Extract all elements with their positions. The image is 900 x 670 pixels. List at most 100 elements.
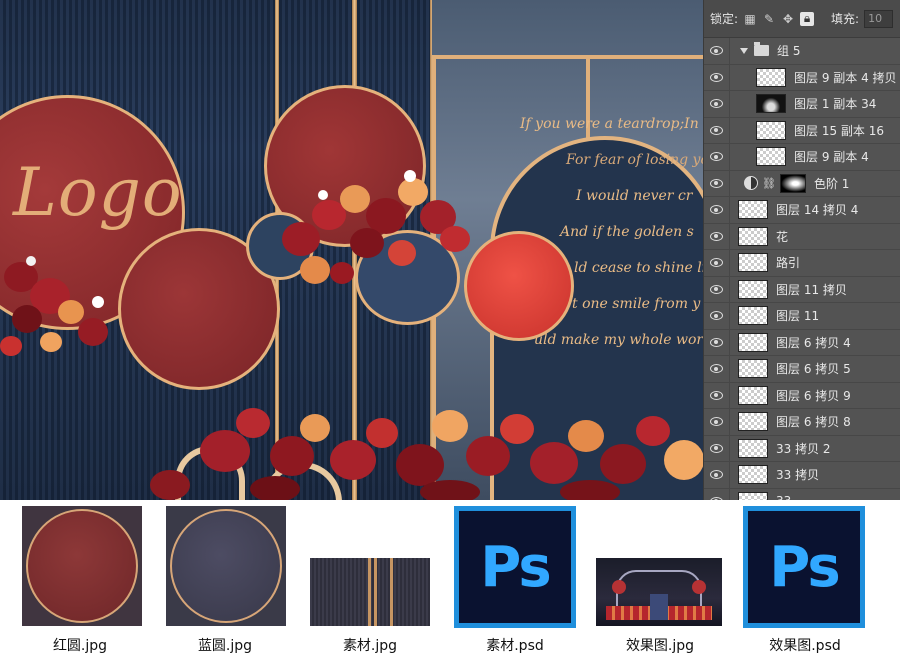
visibility-toggle[interactable] [704, 117, 730, 144]
visibility-toggle[interactable] [704, 461, 730, 488]
visibility-toggle[interactable] [704, 488, 730, 500]
layer-row[interactable]: 图层 15 副本 16 [704, 117, 900, 144]
visibility-toggle[interactable] [704, 435, 730, 462]
layer-thumbnail [738, 412, 768, 432]
layer-row[interactable]: 33 拷贝 [704, 461, 900, 489]
layer-name: 色阶 1 [813, 176, 850, 191]
brush-icon[interactable]: ✎ [762, 12, 776, 26]
layer-name: 图层 6 拷贝 4 [776, 335, 851, 350]
visibility-toggle[interactable] [704, 196, 730, 223]
layers-panel[interactable]: 锁定: ▦ ✎ ✥ 🔒︎ 填充: 10 组 5 图层 9 副本 4 拷贝图层 1 … [703, 0, 900, 500]
script-line: ld cease to shine li [574, 260, 703, 276]
layer-name: 图层 6 拷贝 8 [776, 415, 851, 430]
layer-row[interactable]: 图层 6 拷贝 4 [704, 329, 900, 356]
visibility-toggle[interactable] [704, 329, 730, 356]
eye-icon [710, 284, 723, 294]
visibility-toggle[interactable] [704, 249, 730, 276]
visibility-toggle[interactable] [704, 382, 730, 409]
file-name: 效果图.psd [769, 638, 841, 654]
visibility-toggle[interactable] [704, 408, 730, 435]
file-item[interactable]: 效果图.jpg [590, 500, 730, 670]
chain-link-icon[interactable]: ⛓ [762, 177, 776, 190]
layer-row[interactable]: 图层 14 拷贝 4 [704, 196, 900, 224]
layer-row[interactable]: 图层 6 拷贝 5 [704, 355, 900, 383]
layer-row[interactable]: 图层 6 拷贝 8 [704, 408, 900, 436]
visibility-toggle[interactable] [704, 64, 730, 91]
layer-row[interactable]: 路引 [704, 249, 900, 277]
file-name: 蓝圆.jpg [197, 638, 253, 654]
photoshop-file-icon: Ps [743, 506, 865, 628]
visibility-toggle[interactable] [704, 276, 730, 303]
file-item[interactable]: 蓝圆.jpg [155, 500, 295, 670]
layer-thumbnail [738, 226, 768, 246]
layer-mask-thumbnail[interactable] [779, 173, 806, 193]
layer-row[interactable]: 图层 6 拷贝 9 [704, 382, 900, 409]
move-icon[interactable]: ✥ [781, 12, 795, 26]
eye-icon [710, 72, 723, 82]
layer-row[interactable]: 图层 11 [704, 302, 900, 330]
visibility-toggle[interactable] [704, 355, 730, 382]
layer-row[interactable]: 图层 11 拷贝 [704, 276, 900, 303]
eye-icon [710, 364, 723, 374]
file-item[interactable]: Ps 素材.psd [445, 500, 585, 670]
layer-name: 花 [776, 229, 789, 244]
layer-name: 图层 6 拷贝 9 [776, 388, 851, 403]
levels-adjustment-icon [744, 176, 758, 191]
file-item[interactable]: Ps 效果图.psd [735, 500, 875, 670]
file-item[interactable]: 素材.jpg [300, 500, 440, 670]
layer-thumbnail [738, 359, 768, 379]
layer-thumbnail [756, 67, 786, 87]
eye-icon [710, 46, 723, 56]
layer-row[interactable]: 33 [704, 488, 900, 500]
eye-icon [710, 231, 723, 241]
lock-bar: 锁定: ▦ ✎ ✥ 🔒︎ 填充: 10 [704, 0, 900, 38]
visibility-toggle[interactable] [704, 143, 730, 170]
layer-thumbnail [738, 438, 768, 458]
layer-name: 图层 11 拷贝 [776, 282, 847, 297]
script-line: uld make my whole wor [534, 332, 703, 348]
logo-text: Logo [13, 154, 183, 231]
design-canvas[interactable]: If you were a teardrop;In For fear of lo… [0, 0, 703, 500]
file-strip: 红圆.jpg 蓝圆.jpg 素材.jpg Ps 素材.psd 效果图.jpg P… [0, 500, 900, 670]
layer-row[interactable]: ⛓ 色阶 1 [704, 170, 900, 197]
fill-input[interactable]: 10 [864, 9, 894, 28]
script-line: t one smile from y [572, 296, 701, 312]
layer-name: 图层 9 副本 4 拷贝 [794, 70, 897, 85]
file-thumbnail [596, 558, 722, 626]
lock-icon[interactable]: 🔒︎ [800, 11, 815, 26]
layer-row[interactable]: 图层 9 副本 4 拷贝 [704, 64, 900, 91]
eye-icon [710, 417, 723, 427]
layer-row[interactable]: 图层 1 副本 34 [704, 90, 900, 118]
eye-icon [710, 178, 723, 188]
layer-row[interactable]: 花 [704, 223, 900, 250]
file-item[interactable]: 红圆.jpg [10, 500, 150, 670]
eye-icon [710, 390, 723, 400]
expand-arrow-icon[interactable] [740, 47, 748, 54]
visibility-toggle[interactable] [704, 90, 730, 117]
layer-name: 组 5 [777, 44, 801, 59]
layer-name: 图层 9 副本 4 [794, 150, 869, 165]
layer-row[interactable]: 图层 9 副本 4 [704, 143, 900, 171]
coral-disc [464, 231, 574, 341]
script-line: And if the golden s [560, 224, 694, 240]
layer-name: 图层 11 [776, 309, 820, 324]
eye-icon [710, 311, 723, 321]
visibility-toggle[interactable] [704, 223, 730, 250]
layer-thumbnail [756, 120, 786, 140]
file-thumbnail [22, 506, 142, 626]
visibility-toggle[interactable] [704, 302, 730, 329]
visibility-toggle[interactable] [704, 170, 730, 197]
layer-name: 图层 15 副本 16 [794, 123, 884, 138]
layer-thumbnail [738, 200, 768, 220]
file-name: 效果图.jpg [625, 638, 695, 654]
eye-icon [710, 337, 723, 347]
photoshop-file-icon: Ps [454, 506, 576, 628]
script-line: If you were a teardrop;In [520, 116, 699, 132]
transparency-lock-icon[interactable]: ▦ [743, 12, 757, 26]
layer-group-row[interactable]: 组 5 [704, 37, 900, 65]
layer-name: 33 拷贝 [776, 468, 820, 483]
visibility-toggle[interactable] [704, 37, 730, 64]
layer-row[interactable]: 33 拷贝 2 [704, 435, 900, 462]
eye-icon [710, 152, 723, 162]
eye-icon [710, 205, 723, 215]
